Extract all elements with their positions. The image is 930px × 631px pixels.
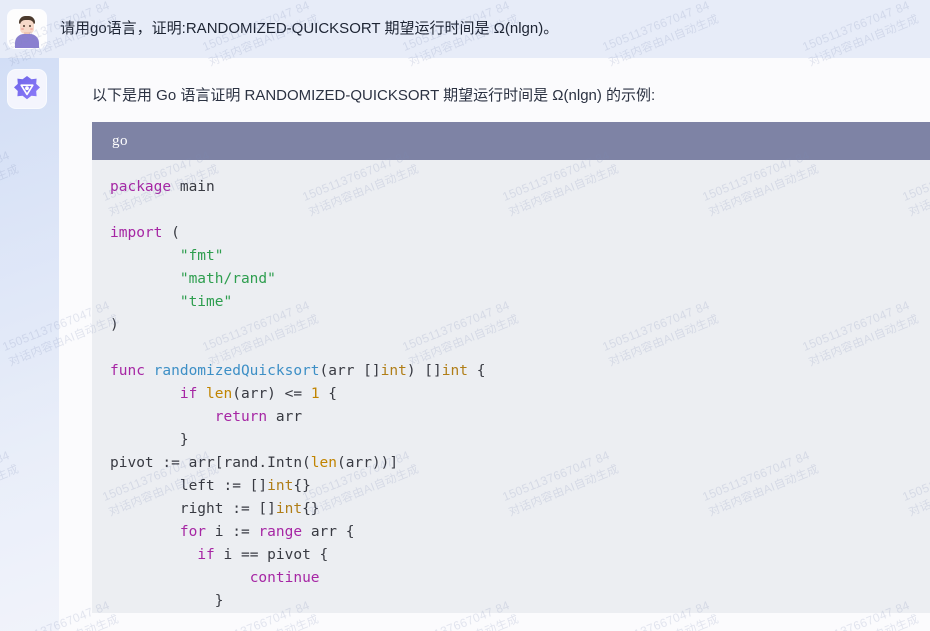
code-token: "math/rand"	[179, 271, 276, 287]
code-token: func	[110, 363, 145, 379]
code-token: (arr []	[319, 363, 381, 379]
code-token: (arr))]	[337, 455, 399, 471]
code-line: }	[110, 429, 930, 452]
code-token: }	[110, 593, 224, 609]
code-line: pivot := arr[rand.Intn(len(arr))]	[110, 452, 930, 475]
code-token: if	[179, 386, 198, 402]
code-token: i :=	[206, 524, 259, 540]
code-line: for i := range arr {	[110, 521, 930, 544]
code-block-body[interactable]: package main import ( "fmt" "math/rand" …	[92, 160, 930, 613]
code-token: "time"	[179, 294, 233, 310]
code-token: {	[467, 363, 486, 379]
code-token: main	[171, 179, 215, 195]
code-line: continue	[110, 567, 930, 590]
code-token: 1	[310, 386, 320, 402]
code-token: import	[110, 225, 163, 241]
avatar-cheek-left	[21, 28, 24, 30]
code-token: {}	[302, 501, 320, 517]
code-token: int	[441, 363, 468, 379]
code-token: {	[319, 386, 338, 402]
code-line: }	[110, 590, 930, 613]
code-line: if len(arr) <= 1 {	[110, 383, 930, 406]
code-token: arr {	[302, 524, 355, 540]
code-token: int	[275, 501, 303, 517]
avatar-body	[15, 34, 39, 48]
user-message-row: 请用go语言，证明:RANDOMIZED-QUICKSORT 期望运行时间是 Ω…	[0, 0, 930, 58]
code-line: "math/rand"	[110, 268, 930, 291]
code-token: (	[162, 225, 180, 241]
code-token: pivot := arr[rand.Intn(	[110, 455, 311, 471]
code-block-header: go	[92, 122, 930, 160]
code-line: "time"	[110, 291, 930, 314]
code-block: go package main import ( "fmt" "math/ran…	[92, 122, 930, 613]
code-token: (arr) <=	[232, 386, 311, 402]
code-line: left := []int{}	[110, 475, 930, 498]
code-token: arr	[267, 409, 303, 425]
code-token: package	[110, 179, 172, 195]
code-token: "fmt"	[179, 248, 224, 264]
code-line: )	[110, 314, 930, 337]
code-token: )	[110, 317, 119, 333]
code-token: ) []	[406, 363, 442, 379]
code-token: i == pivot {	[214, 547, 329, 563]
code-token: {}	[293, 478, 311, 494]
code-line: package main	[110, 176, 930, 199]
assistant-logo-avatar	[8, 70, 46, 108]
code-token: for	[179, 524, 207, 540]
code-token: randomizedQuicksort	[153, 363, 320, 379]
code-token: left := []	[110, 478, 268, 494]
assistant-content-panel: 以下是用 Go 语言证明 RANDOMIZED-QUICKSORT 期望运行时间…	[59, 58, 930, 631]
assistant-logo-icon	[14, 76, 40, 100]
code-line: import (	[110, 222, 930, 245]
assistant-message-row: 以下是用 Go 语言证明 RANDOMIZED-QUICKSORT 期望运行时间…	[0, 58, 930, 631]
code-token: int	[380, 363, 407, 379]
code-token: len	[310, 455, 337, 471]
avatar-eye-left	[23, 25, 25, 27]
assistant-intro-text: 以下是用 Go 语言证明 RANDOMIZED-QUICKSORT 期望运行时间…	[92, 87, 656, 104]
code-token: continue	[249, 570, 320, 586]
code-token: return	[214, 409, 268, 425]
avatar-eye-right	[29, 25, 31, 27]
code-line: right := []int{}	[110, 498, 930, 521]
code-line: return arr	[110, 406, 930, 429]
user-message-text: 请用go语言，证明:RANDOMIZED-QUICKSORT 期望运行时间是 Ω…	[60, 19, 559, 37]
user-avatar	[8, 10, 46, 48]
code-line: func randomizedQuicksort(arr []int) []in…	[110, 360, 930, 383]
code-token: len	[206, 386, 233, 402]
code-token: }	[110, 432, 189, 448]
code-line: if i == pivot {	[110, 544, 930, 567]
code-token: int	[267, 478, 294, 494]
code-language-label: go	[112, 132, 128, 149]
code-token: if	[197, 547, 215, 563]
code-line: "fmt"	[110, 245, 930, 268]
code-token: right := []	[110, 501, 276, 517]
code-token: range	[258, 524, 303, 540]
avatar-cheek-right	[30, 28, 33, 30]
